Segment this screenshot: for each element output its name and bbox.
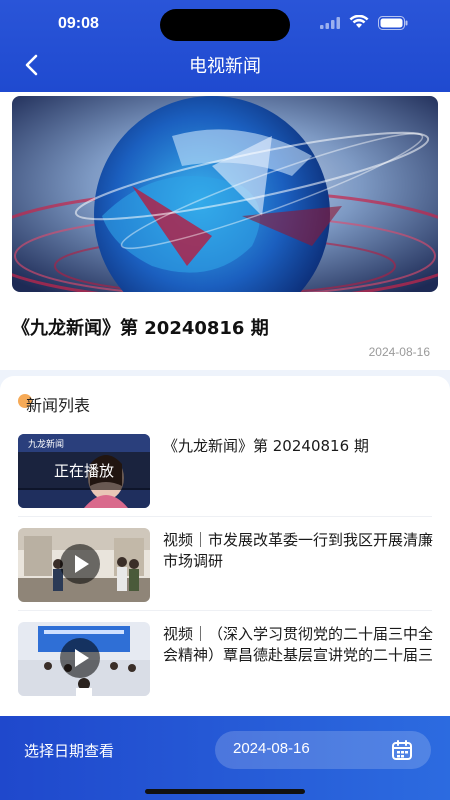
date-filter-bar: 选择日期查看 2024-08-16	[0, 716, 450, 800]
divider	[18, 516, 432, 517]
featured-date: 2024-08-16	[368, 345, 430, 359]
list-item-title: 视频｜（深入学习贯彻党的二十届三中全会精神）覃昌德赴基层宣讲党的二十届三中全会精…	[163, 625, 433, 664]
status-bar: 09:08	[0, 0, 450, 50]
home-indicator	[145, 789, 305, 794]
play-button[interactable]	[60, 544, 100, 584]
app-header: 09:08 电视新闻	[0, 0, 450, 92]
list-item[interactable]: 九龙新闻 正在播放 《九龙新闻》第 20240816 期	[18, 434, 432, 510]
date-filter-label: 选择日期查看	[24, 742, 115, 760]
dynamic-island	[160, 9, 290, 41]
status-time: 09:08	[58, 15, 99, 32]
thumbnail	[18, 528, 150, 602]
thumbnail: 九龙新闻 正在播放	[18, 434, 150, 508]
play-button[interactable]	[60, 638, 100, 678]
featured-title: 《九龙新闻》第 20240816 期	[12, 318, 269, 339]
now-playing-badge: 正在播放	[18, 452, 150, 490]
video-player[interactable]	[12, 96, 438, 292]
list-title: 新闻列表	[26, 396, 91, 415]
list-item-title: 视频｜市发展改革委一行到我区开展清廉市场调研	[163, 531, 433, 570]
list-item[interactable]: 视频｜市发展改革委一行到我区开展清廉市场调研	[18, 528, 433, 604]
wifi-icon	[349, 15, 369, 28]
play-icon	[75, 555, 89, 573]
list-item-title: 《九龙新闻》第 20240816 期	[163, 437, 369, 455]
video-frame	[12, 96, 438, 292]
list-item[interactable]: 视频｜（深入学习贯彻党的二十届三中全会精神）覃昌德赴基层宣讲党的二十届三中全会精…	[18, 622, 433, 698]
date-picker-value: 2024-08-16	[233, 740, 310, 757]
thumbnail-caption: 九龙新闻	[28, 438, 64, 450]
page-title: 电视新闻	[189, 56, 261, 77]
play-icon	[75, 649, 89, 667]
cellular-signal-icon	[320, 17, 340, 29]
date-picker[interactable]: 2024-08-16	[215, 731, 431, 769]
divider	[18, 610, 432, 611]
battery-icon	[378, 16, 408, 30]
calendar-icon	[392, 740, 412, 760]
featured-card: 《九龙新闻》第 20240816 期 2024-08-16	[0, 92, 450, 370]
thumbnail	[18, 622, 150, 696]
